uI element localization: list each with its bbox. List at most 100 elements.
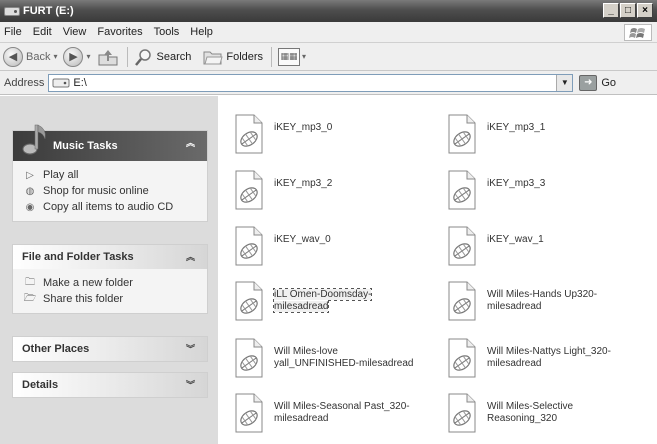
audio-file-icon xyxy=(230,281,264,321)
audio-file-icon xyxy=(443,281,477,321)
file-name: iKEY_mp3_3 xyxy=(487,178,546,189)
task-share-folder[interactable]: 🗁 Share this folder xyxy=(23,291,207,307)
go-button[interactable]: ➜ Go xyxy=(579,74,616,91)
toolbar: ◀ Back ▾ ▶ ▾ Search Folders ▦▦ ▾ xyxy=(0,43,657,71)
audio-file-icon xyxy=(443,226,477,266)
audio-file-icon xyxy=(230,338,264,378)
file-item[interactable]: iKEY_mp3_2 xyxy=(230,170,440,214)
window-controls: _ □ × xyxy=(603,3,653,18)
task-play-all[interactable]: ▷ Play all xyxy=(23,167,207,183)
globe-icon: ◍ xyxy=(25,185,35,197)
file-name: Will Miles-Seasonal Past_320-milesadread xyxy=(274,401,410,424)
file-name: iLL Omen-Doomsday-milesadread xyxy=(272,288,373,313)
up-folder-button[interactable] xyxy=(97,47,119,67)
forward-arrow-icon: ▶ xyxy=(63,46,84,67)
expand-icon[interactable]: ︾ xyxy=(184,378,197,391)
file-name: iKEY_wav_1 xyxy=(487,234,544,245)
file-list: iKEY_mp3_0 iKEY_mp3_1 iKEY_mp3_2 iKEY_mp… xyxy=(218,96,657,444)
file-name: iKEY_mp3_1 xyxy=(487,122,546,133)
file-name: Will Miles-Selective Reasoning_320 xyxy=(487,401,574,424)
menu-tools[interactable]: Tools xyxy=(154,26,180,38)
file-item[interactable]: Will Miles-Nattys Light_320-milesadread xyxy=(443,338,653,382)
audio-file-icon xyxy=(443,338,477,378)
file-name: iKEY_wav_0 xyxy=(274,234,331,245)
task-pane: Music Tasks ︽ ▷ Play all ◍ Shop for musi… xyxy=(0,96,218,444)
audio-file-icon xyxy=(443,170,477,210)
address-value: E:\ xyxy=(73,76,87,89)
menu-bar: File Edit View Favorites Tools Help xyxy=(0,22,657,43)
audio-file-icon xyxy=(443,393,477,433)
task-shop-music-online[interactable]: ◍ Shop for music online xyxy=(23,183,207,199)
task-copy-to-cd[interactable]: ◉ Copy all items to audio CD xyxy=(23,199,207,215)
collapse-icon[interactable]: ︽ xyxy=(184,250,197,263)
close-button[interactable]: × xyxy=(637,3,653,18)
views-button[interactable]: ▦▦ ▾ xyxy=(278,47,306,66)
back-button[interactable]: ◀ Back ▾ xyxy=(3,46,58,67)
expand-icon[interactable]: ︾ xyxy=(184,342,197,355)
minimize-button[interactable]: _ xyxy=(603,3,619,18)
music-note-icon xyxy=(22,124,46,155)
audio-file-icon xyxy=(443,114,477,154)
drive-icon xyxy=(4,6,20,16)
menu-view[interactable]: View xyxy=(63,26,87,38)
up-folder-icon xyxy=(98,49,117,65)
file-item[interactable]: iKEY_mp3_3 xyxy=(443,170,653,214)
music-tasks-header[interactable]: Music Tasks ︽ xyxy=(13,124,207,161)
new-folder-icon: 🗀 xyxy=(25,276,35,288)
music-tasks-list: ▷ Play all ◍ Shop for music online ◉ Cop… xyxy=(13,161,207,221)
file-folder-tasks-list: 🗀 Make a new folder 🗁 Share this folder xyxy=(13,269,207,313)
forward-button[interactable]: ▶ ▾ xyxy=(63,46,91,67)
address-dropdown-icon[interactable]: ▼ xyxy=(556,74,573,91)
file-folder-tasks-header[interactable]: File and Folder Tasks ︽ xyxy=(13,245,207,269)
file-name: Will Miles-Nattys Light_320-milesadread xyxy=(487,346,611,369)
file-item[interactable]: iKEY_mp3_0 xyxy=(230,114,440,158)
menu-file[interactable]: File xyxy=(4,26,22,38)
forward-dropdown-icon: ▾ xyxy=(86,52,91,61)
folders-icon xyxy=(203,51,224,64)
other-places-title: Other Places xyxy=(22,343,90,355)
audio-file-icon xyxy=(230,114,264,154)
title-bar[interactable]: FURT (E:) _ □ × xyxy=(0,0,657,22)
file-item[interactable]: iKEY_wav_1 xyxy=(443,226,653,270)
toolbar-separator xyxy=(126,46,128,67)
details-header[interactable]: Details ︾ xyxy=(13,373,207,397)
collapse-icon[interactable]: ︽ xyxy=(184,136,197,149)
other-places-panel: Other Places ︾ xyxy=(12,336,208,362)
file-name: iKEY_mp3_2 xyxy=(274,178,333,189)
file-folder-tasks-title: File and Folder Tasks xyxy=(22,251,134,263)
windows-flag-icon xyxy=(624,24,652,41)
file-item[interactable]: iLL Omen-Doomsday-milesadread xyxy=(230,281,440,325)
search-button[interactable]: Search xyxy=(134,47,191,67)
folders-button[interactable]: Folders xyxy=(203,48,263,66)
file-item[interactable]: iKEY_wav_0 xyxy=(230,226,440,270)
details-title: Details xyxy=(22,379,59,391)
details-panel: Details ︾ xyxy=(12,372,208,398)
music-tasks-panel: Music Tasks ︽ ▷ Play all ◍ Shop for musi… xyxy=(12,124,208,222)
file-name: Will Miles-love yall_UNFINISHED-milesadr… xyxy=(274,346,414,369)
file-item[interactable]: Will Miles-love yall_UNFINISHED-milesadr… xyxy=(230,338,440,382)
search-icon xyxy=(134,48,151,66)
file-item[interactable]: iKEY_mp3_1 xyxy=(443,114,653,158)
share-folder-icon: 🗁 xyxy=(23,292,37,304)
file-item[interactable]: Will Miles-Selective Reasoning_320 xyxy=(443,393,653,437)
maximize-button[interactable]: □ xyxy=(620,3,636,18)
back-arrow-icon: ◀ xyxy=(3,46,23,67)
drive-icon xyxy=(52,78,70,87)
play-icon: ▷ xyxy=(26,169,34,181)
file-name: iKEY_mp3_0 xyxy=(274,122,333,133)
file-folder-tasks-panel: File and Folder Tasks ︽ 🗀 Make a new fol… xyxy=(12,244,208,314)
task-make-new-folder[interactable]: 🗀 Make a new folder xyxy=(23,275,207,291)
menu-favorites[interactable]: Favorites xyxy=(97,26,142,38)
other-places-header[interactable]: Other Places ︾ xyxy=(13,337,207,361)
back-dropdown-icon: ▾ xyxy=(53,52,58,61)
address-bar: Address E:\ ▼ ➜ Go xyxy=(0,71,657,95)
cd-icon: ◉ xyxy=(25,201,35,213)
file-item[interactable]: Will Miles-Seasonal Past_320-milesadread xyxy=(230,393,440,437)
audio-file-icon xyxy=(230,226,264,266)
music-tasks-title: Music Tasks xyxy=(53,140,118,152)
file-item[interactable]: Will Miles-Hands Up320-milesadread xyxy=(443,281,653,325)
address-input[interactable]: E:\ ▼ xyxy=(48,73,574,92)
address-label: Address xyxy=(4,76,45,89)
menu-edit[interactable]: Edit xyxy=(33,26,52,38)
menu-help[interactable]: Help xyxy=(190,26,213,38)
